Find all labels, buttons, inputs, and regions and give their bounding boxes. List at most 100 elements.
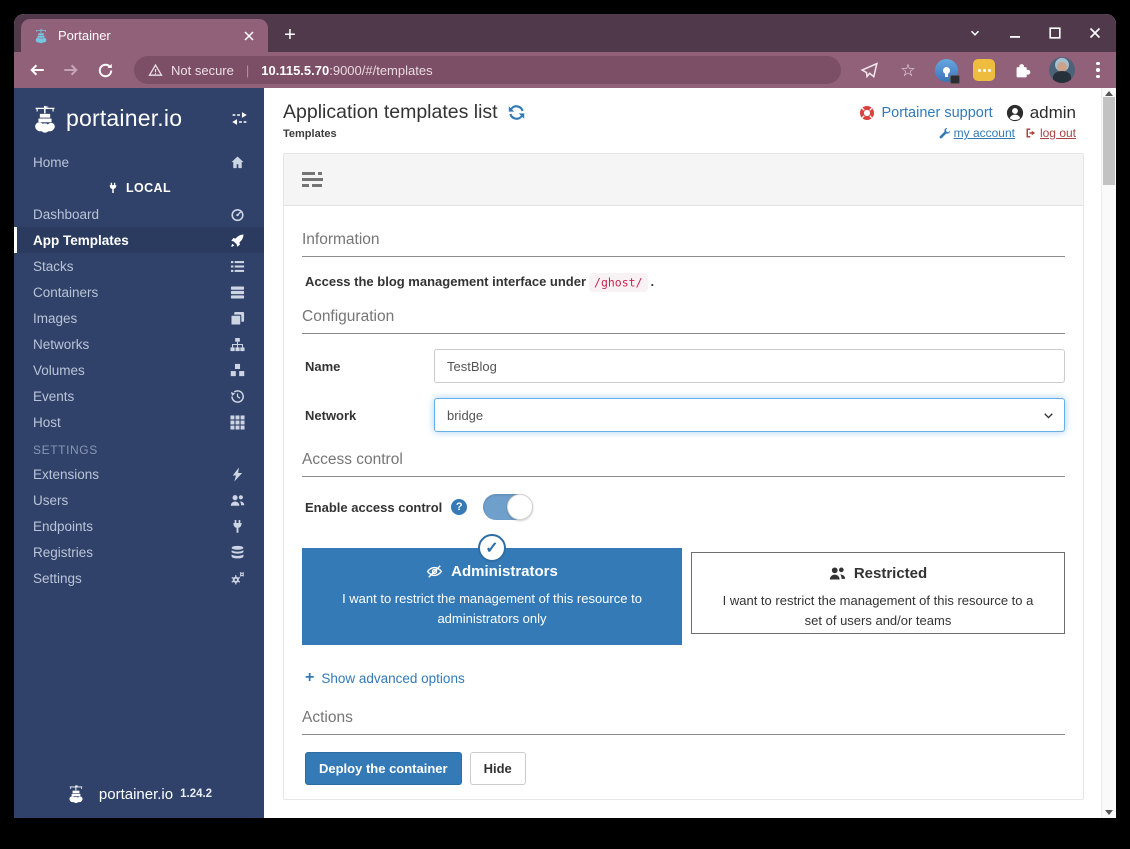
sidebar-item-volumes[interactable]: Volumes	[14, 357, 264, 383]
back-button[interactable]	[24, 57, 50, 83]
close-button[interactable]	[1086, 24, 1104, 42]
sidebar-item-host[interactable]: Host	[14, 409, 264, 435]
logged-in-user[interactable]: admin	[1006, 103, 1076, 123]
keyhole-icon	[943, 67, 950, 74]
sidebar-settings-header: SETTINGS	[14, 435, 264, 461]
new-tab-button[interactable]: +	[276, 21, 304, 49]
browser-menu-icon[interactable]	[1090, 62, 1106, 78]
sidebar-logo-text: portainer.io	[66, 105, 231, 132]
minimize-button[interactable]	[1006, 24, 1024, 42]
log-out-link[interactable]: log out	[1025, 126, 1076, 140]
sidebar-item-label: Endpoints	[33, 519, 227, 534]
sidebar-item-app-templates[interactable]: App Templates	[14, 227, 264, 253]
tab-close-icon[interactable]	[240, 27, 258, 45]
sidebar-item-label: App Templates	[33, 233, 227, 248]
selected-check-icon: ✓	[478, 534, 506, 562]
footer-logo-text: portainer.io	[99, 786, 173, 803]
sidebar-collapse-icon[interactable]	[231, 110, 248, 127]
sidebar-item-endpoints[interactable]: Endpoints	[14, 513, 264, 539]
browser-tabstrip: Portainer +	[14, 14, 1116, 52]
sidebar-item-settings[interactable]: Settings	[14, 565, 264, 591]
list-icon	[227, 259, 245, 274]
sidebar-item-label: Host	[33, 415, 227, 430]
life-ring-icon	[859, 105, 875, 121]
endpoint-name: LOCAL	[126, 181, 171, 195]
yellow-extension-icon[interactable]	[973, 59, 995, 81]
hide-button[interactable]: Hide	[470, 752, 526, 785]
page: Application templates list Templates Por…	[264, 88, 1101, 818]
name-input[interactable]	[434, 349, 1065, 383]
portainer-support-link[interactable]: Portainer support	[859, 105, 992, 121]
action-buttons: Deploy the container Hide	[302, 752, 1065, 785]
main-area: Application templates list Templates Por…	[264, 88, 1116, 818]
section-title-configuration: Configuration	[302, 308, 1065, 334]
scrollbar-thumb[interactable]	[1103, 97, 1115, 185]
network-selected-value: bridge	[447, 408, 483, 423]
ownership-option-administrators[interactable]: ✓ Administrators I want to restrict the …	[302, 548, 682, 645]
browser-window: Portainer + Not secure | 10.115.5.70:900…	[14, 14, 1116, 818]
sidebar-item-label: Home	[33, 155, 227, 170]
sidebar-item-label: Users	[33, 493, 227, 508]
name-field-row: Name	[302, 349, 1065, 383]
refresh-icon[interactable]	[507, 103, 526, 122]
extensions-puzzle-icon[interactable]	[1010, 58, 1034, 82]
profile-avatar[interactable]	[1049, 57, 1075, 83]
log-out-label: log out	[1040, 126, 1076, 140]
app-content: portainer.io Home LOCAL Dashboard App Te…	[14, 88, 1116, 818]
bolt-icon	[227, 467, 245, 482]
access-control-toggle[interactable]	[483, 494, 533, 520]
sidebar-item-label: Events	[33, 389, 227, 404]
panel-body: Information Access the blog management i…	[284, 206, 1083, 785]
sidebar-logo-row: portainer.io	[14, 88, 264, 149]
ownership-option-restricted[interactable]: Restricted I want to restrict the manage…	[691, 552, 1065, 634]
show-advanced-options-link[interactable]: + Show advanced options	[302, 670, 1065, 686]
sidebar-item-containers[interactable]: Containers	[14, 279, 264, 305]
sidebar-item-extensions[interactable]: Extensions	[14, 461, 264, 487]
scroll-down-arrow-icon[interactable]	[1105, 810, 1113, 815]
browser-tab-portainer[interactable]: Portainer	[21, 19, 268, 52]
url-host: 10.115.5.70	[261, 63, 329, 78]
vertical-scrollbar[interactable]	[1101, 88, 1116, 818]
question-circle-icon[interactable]: ?	[451, 499, 467, 515]
sidebar-item-label: Containers	[33, 285, 227, 300]
section-title-access-control: Access control	[302, 451, 1065, 477]
sidebar-item-events[interactable]: Events	[14, 383, 264, 409]
code-chip: /ghost/	[589, 273, 647, 292]
reload-button[interactable]	[92, 57, 118, 83]
password-manager-extension-icon[interactable]	[935, 59, 958, 82]
network-select[interactable]: bridge	[434, 398, 1065, 432]
network-field-row: Network bridge	[302, 398, 1065, 432]
app-version: 1.24.2	[180, 788, 212, 800]
lock-icon	[950, 75, 960, 84]
ownership-options: ✓ Administrators I want to restrict the …	[302, 548, 1065, 645]
forward-button[interactable]	[58, 57, 84, 83]
my-account-link[interactable]: my account	[939, 126, 1015, 140]
chevron-down-icon	[1043, 410, 1054, 421]
bookmark-star-icon[interactable]: ☆	[896, 58, 920, 82]
sidebar-item-home[interactable]: Home	[14, 149, 264, 175]
page-title: Application templates list	[283, 101, 498, 124]
grid-icon	[227, 415, 245, 430]
section-title-information: Information	[302, 231, 1065, 257]
my-account-label: my account	[954, 126, 1015, 140]
not-secure-warning-icon	[148, 63, 163, 78]
sidebar-item-registries[interactable]: Registries	[14, 539, 264, 565]
sidebar-item-users[interactable]: Users	[14, 487, 264, 513]
sidebar-item-images[interactable]: Images	[14, 305, 264, 331]
sidebar-item-dashboard[interactable]: Dashboard	[14, 201, 264, 227]
username-label: admin	[1030, 103, 1076, 123]
send-to-device-icon[interactable]	[857, 58, 881, 82]
scroll-up-arrow-icon[interactable]	[1105, 91, 1113, 96]
url-bar[interactable]: Not secure | 10.115.5.70:9000/#/template…	[134, 56, 841, 84]
url-path: :9000/#/templates	[329, 63, 432, 78]
clone-icon	[227, 311, 245, 326]
sidebar-item-networks[interactable]: Networks	[14, 331, 264, 357]
sidebar-item-stacks[interactable]: Stacks	[14, 253, 264, 279]
page-header: Application templates list Templates Por…	[283, 101, 1084, 140]
deploy-container-button[interactable]: Deploy the container	[305, 752, 462, 785]
section-title-actions: Actions	[302, 709, 1065, 735]
maximize-button[interactable]	[1046, 24, 1064, 42]
tab-search-chevron-icon[interactable]	[966, 24, 984, 42]
sidebar-item-label: Stacks	[33, 259, 227, 274]
user-circle-icon	[1006, 104, 1024, 122]
